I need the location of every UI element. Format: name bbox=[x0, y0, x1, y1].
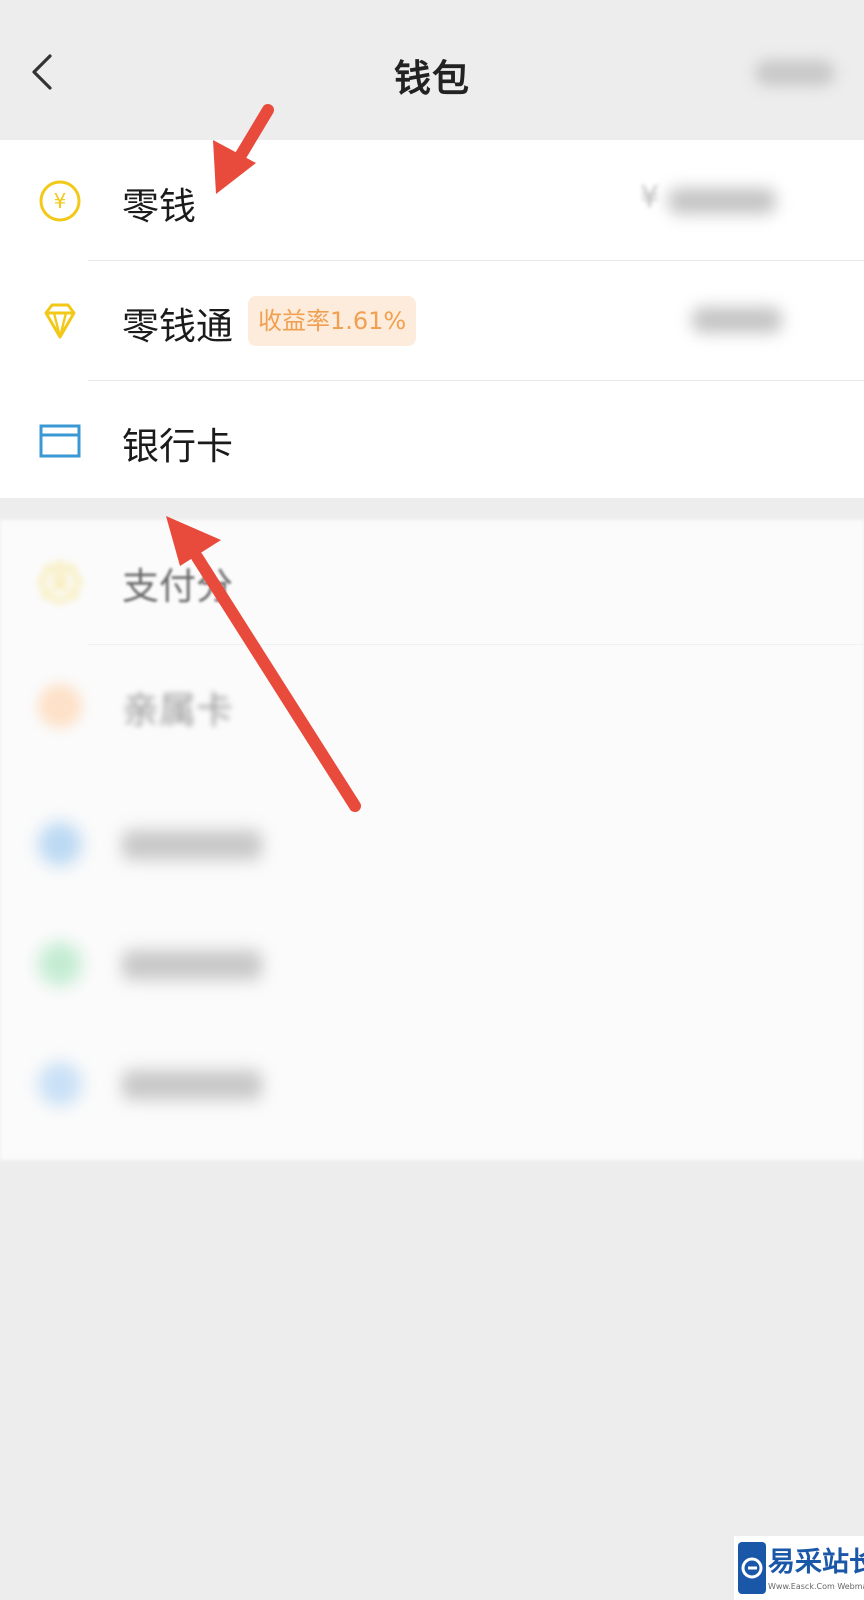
blurred-label bbox=[122, 830, 262, 860]
watermark-text: 易采站长站 bbox=[768, 1547, 864, 1578]
more-button[interactable] bbox=[755, 60, 835, 86]
service-item-label: 支付分 bbox=[122, 565, 233, 608]
lqt-balance bbox=[692, 307, 782, 333]
service-item-credit-score[interactable]: 支付分 bbox=[0, 520, 864, 644]
blurred-icon bbox=[38, 942, 82, 986]
currency-symbol: ¥ bbox=[640, 180, 660, 215]
family-card-icon bbox=[38, 684, 82, 728]
diamond-icon bbox=[44, 303, 76, 339]
credit-score-icon bbox=[38, 561, 82, 604]
blurred-label bbox=[122, 1070, 262, 1100]
service-item-family-card[interactable]: 亲属卡 bbox=[0, 644, 864, 768]
page-title: 钱包 bbox=[394, 57, 470, 100]
yuan-coin-icon: ¥ bbox=[39, 180, 81, 222]
blurred-icon bbox=[38, 822, 82, 866]
wallet-item-bank-card[interactable]: 银行卡 bbox=[0, 380, 864, 500]
wallet-item-label: 零钱 bbox=[122, 185, 196, 228]
watermark-logo-icon bbox=[738, 1542, 766, 1594]
wallet-item-label: 银行卡 bbox=[122, 425, 233, 468]
service-item-label: 亲属卡 bbox=[122, 689, 233, 732]
yield-badge: 收益率1.61% bbox=[248, 296, 417, 346]
watermark-subtext: Www.Easck.Com Webmaster bbox=[768, 1582, 864, 1591]
watermark: 易采站长站 Www.Easck.Com Webmaster bbox=[734, 1536, 864, 1600]
change-balance: ¥ bbox=[640, 180, 780, 218]
wallet-item-label: 零钱通 bbox=[122, 305, 233, 348]
svg-text:¥: ¥ bbox=[54, 189, 67, 213]
blurred-label bbox=[122, 950, 262, 980]
bank-card-icon bbox=[39, 424, 81, 458]
blurred-icon bbox=[38, 1062, 82, 1106]
